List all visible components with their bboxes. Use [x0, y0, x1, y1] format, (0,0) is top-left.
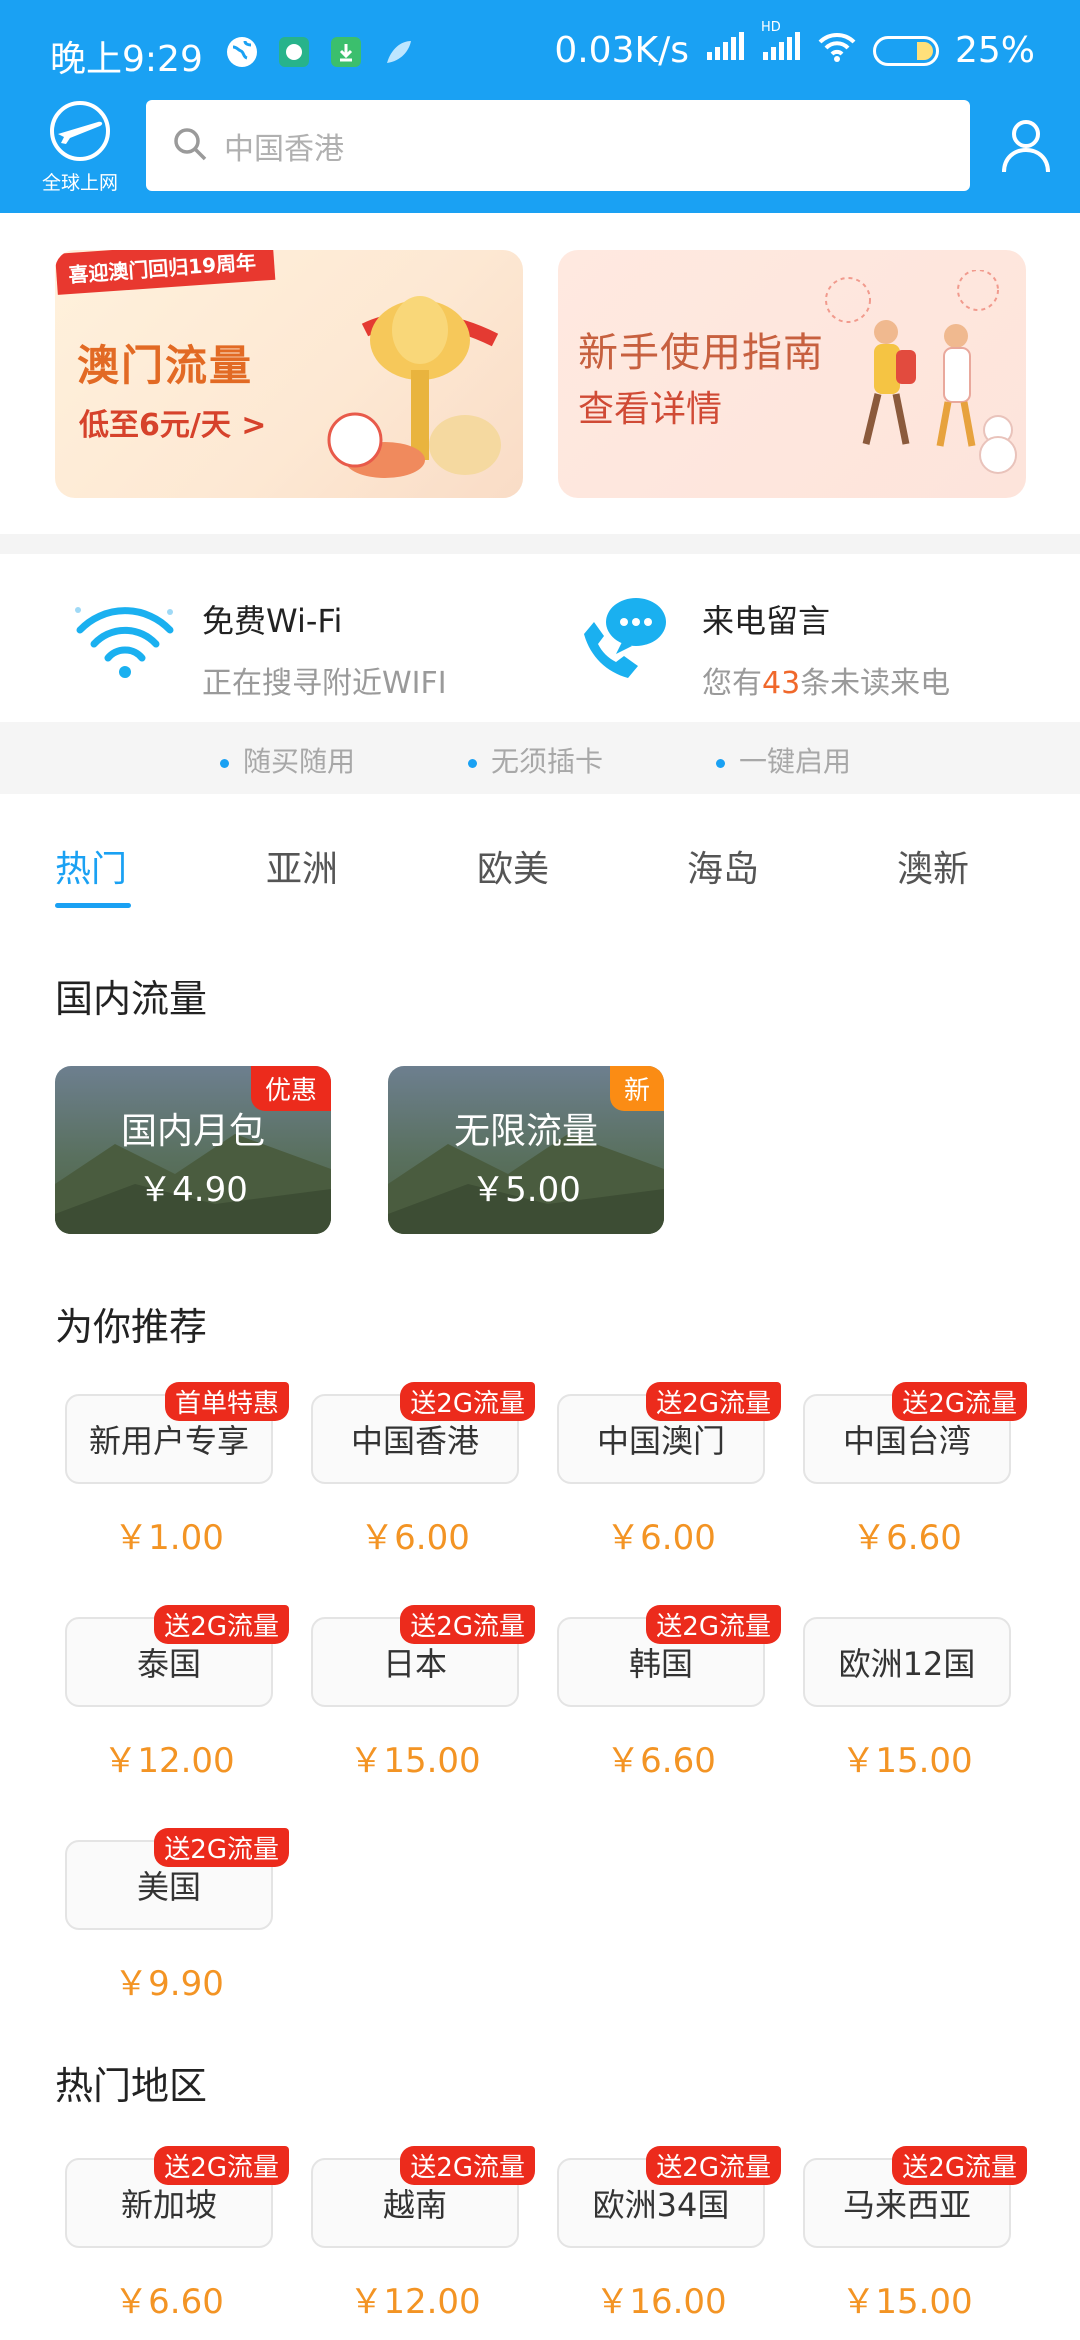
voicemail-subtitle: 您有43条未读来电	[702, 666, 951, 701]
logo-label: 全球上网	[41, 172, 118, 194]
section-title-hot-regions: 热门地区	[55, 2064, 208, 2108]
unread-count: 43	[762, 666, 801, 701]
product-item[interactable]: 马来西亚 送2G流量 ￥15.00	[803, 2146, 1027, 2322]
active-tab-indicator	[55, 903, 131, 908]
product-item[interactable]: 中国香港 送2G流量 ￥6.00	[311, 1382, 535, 1558]
product-badge: 首单特惠	[164, 1382, 289, 1421]
globe-icon	[225, 35, 259, 78]
free-wifi-entry[interactable]: 免费Wi-Fi 正在搜寻附近WIFI	[70, 590, 447, 701]
tab-asia[interactable]: 亚洲	[266, 840, 338, 892]
banner-macau-data[interactable]: 喜迎澳门回归19周年 澳门流量 低至6元/天 >	[55, 250, 523, 498]
product-badge: 送2G流量	[400, 1605, 535, 1644]
tab-hot[interactable]: 热门	[55, 840, 127, 892]
product-price: ￥6.60	[852, 1518, 962, 1558]
product-item[interactable]: 中国台湾 送2G流量 ￥6.60	[803, 1382, 1027, 1558]
product-price: ￥6.60	[114, 2282, 224, 2322]
wifi-title: 免费Wi-Fi	[202, 602, 343, 640]
phone-message-icon	[570, 590, 680, 690]
status-time: 晚上9:29	[50, 39, 203, 80]
product-badge: 送2G流量	[154, 1828, 289, 1867]
product-item[interactable]: 越南 送2G流量 ￥12.00	[311, 2146, 535, 2322]
product-badge: 送2G流量	[892, 2146, 1027, 2185]
tab-australia-nz[interactable]: 澳新	[897, 840, 969, 892]
section-title-domestic: 国内流量	[55, 977, 208, 1021]
product-price: ￥15.00	[841, 1741, 973, 1781]
voicemail-entry[interactable]: 来电留言 您有43条未读来电	[570, 590, 951, 701]
plane-logo-icon	[50, 101, 110, 161]
domestic-price: ￥4.90	[138, 1170, 248, 1210]
hd-signal-icon: HD	[761, 20, 801, 71]
product-badge: 送2G流量	[400, 2146, 535, 2185]
product-price: ￥15.00	[841, 2282, 973, 2322]
product-item[interactable]: 欧洲12国 ￥15.00	[803, 1605, 1015, 1781]
product-badge: 送2G流量	[646, 2146, 781, 2185]
section-title-recommend: 为你推荐	[55, 1305, 208, 1349]
tagline-item: 随买随用	[220, 740, 355, 780]
network-speed: 0.03K/s	[554, 30, 689, 71]
product-price: ￥16.00	[595, 2282, 727, 2322]
download-icon	[329, 35, 363, 78]
region-tabs: 热门 亚洲 欧美 海岛 澳新	[0, 840, 1080, 910]
banner-beginner-guide[interactable]: 新手使用指南 查看详情	[558, 250, 1026, 498]
feather-icon	[381, 35, 415, 78]
tagline-bar: 随买随用 无须插卡 一键启用	[0, 722, 1080, 794]
product-badge: 送2G流量	[646, 1382, 781, 1421]
product-price: ￥6.60	[606, 1741, 716, 1781]
domestic-name: 国内月包	[120, 1111, 265, 1152]
banner-macau-subtitle: 低至6元/天 >	[79, 408, 267, 443]
domestic-name: 无限流量	[453, 1111, 598, 1152]
search-placeholder: 中国香港	[224, 131, 344, 167]
product-item[interactable]: 中国澳门 送2G流量 ￥6.00	[557, 1382, 781, 1558]
product-badge: 送2G流量	[400, 1382, 535, 1421]
product-item[interactable]: 美国 送2G流量 ￥9.90	[65, 1828, 289, 2004]
domestic-price: ￥5.00	[471, 1170, 581, 1210]
product-item[interactable]: 新用户专享 首单特惠 ￥1.00	[65, 1382, 289, 1558]
app-notification-icon	[277, 35, 311, 78]
banner-ribbon: 喜迎澳门回归19周年	[55, 250, 276, 295]
user-profile-icon[interactable]	[1000, 118, 1052, 174]
tab-europe-america[interactable]: 欧美	[477, 840, 549, 892]
product-price: ￥1.00	[114, 1518, 224, 1558]
product-price: ￥12.00	[103, 1741, 235, 1781]
battery-percent: 25%	[954, 30, 1035, 71]
wifi-subtitle: 正在搜寻附近WIFI	[202, 666, 447, 701]
search-input[interactable]: 中国香港	[146, 100, 970, 191]
product-item[interactable]: 泰国 送2G流量 ￥12.00	[65, 1605, 289, 1781]
banner-guide-subtitle: 查看详情	[578, 389, 723, 430]
domestic-card[interactable]: 优惠 国内月包 ￥4.90	[55, 1066, 331, 1234]
product-badge: 送2G流量	[892, 1382, 1027, 1421]
product-price: ￥9.90	[114, 1964, 224, 2004]
product-item[interactable]: 欧洲34国 送2G流量 ￥16.00	[557, 2146, 781, 2322]
wifi-icon	[70, 590, 180, 690]
lotus-illustration	[327, 296, 501, 478]
voicemail-title: 来电留言	[702, 602, 831, 640]
tagline-item: 无须插卡	[468, 740, 603, 780]
product-badge: 送2G流量	[646, 1605, 781, 1644]
product-price: ￥6.00	[360, 1518, 470, 1558]
tab-islands[interactable]: 海岛	[687, 840, 759, 892]
search-icon	[172, 126, 208, 166]
app-logo[interactable]: 全球上网	[38, 100, 122, 194]
product-badge: 送2G流量	[154, 1605, 289, 1644]
product-name: 欧洲12国	[803, 1617, 1011, 1707]
banner-guide-title: 新手使用指南	[578, 330, 824, 376]
product-badge: 送2G流量	[154, 2146, 289, 2185]
product-item[interactable]: 新加坡 送2G流量 ￥6.60	[65, 2146, 289, 2322]
section-divider	[0, 534, 1080, 554]
product-price: ￥15.00	[349, 1741, 481, 1781]
product-price: ￥6.00	[606, 1518, 716, 1558]
domestic-card[interactable]: 新 无限流量 ￥5.00	[388, 1066, 664, 1234]
tagline-item: 一键启用	[716, 740, 851, 780]
product-item[interactable]: 日本 送2G流量 ￥15.00	[311, 1605, 535, 1781]
wifi-status-icon	[817, 30, 857, 71]
product-item[interactable]: 韩国 送2G流量 ￥6.60	[557, 1605, 781, 1781]
product-price: ￥12.00	[349, 2282, 481, 2322]
status-bar: 晚上9:29 0.03K/s HD 25%	[0, 0, 1080, 100]
banner-macau-title: 澳门流量	[77, 341, 254, 390]
travelers-illustration	[825, 270, 1017, 474]
app-header: 晚上9:29 0.03K/s HD 25% 全球上网 中国香港	[0, 0, 1080, 213]
signal-icon	[705, 30, 745, 71]
battery-icon	[872, 35, 939, 66]
